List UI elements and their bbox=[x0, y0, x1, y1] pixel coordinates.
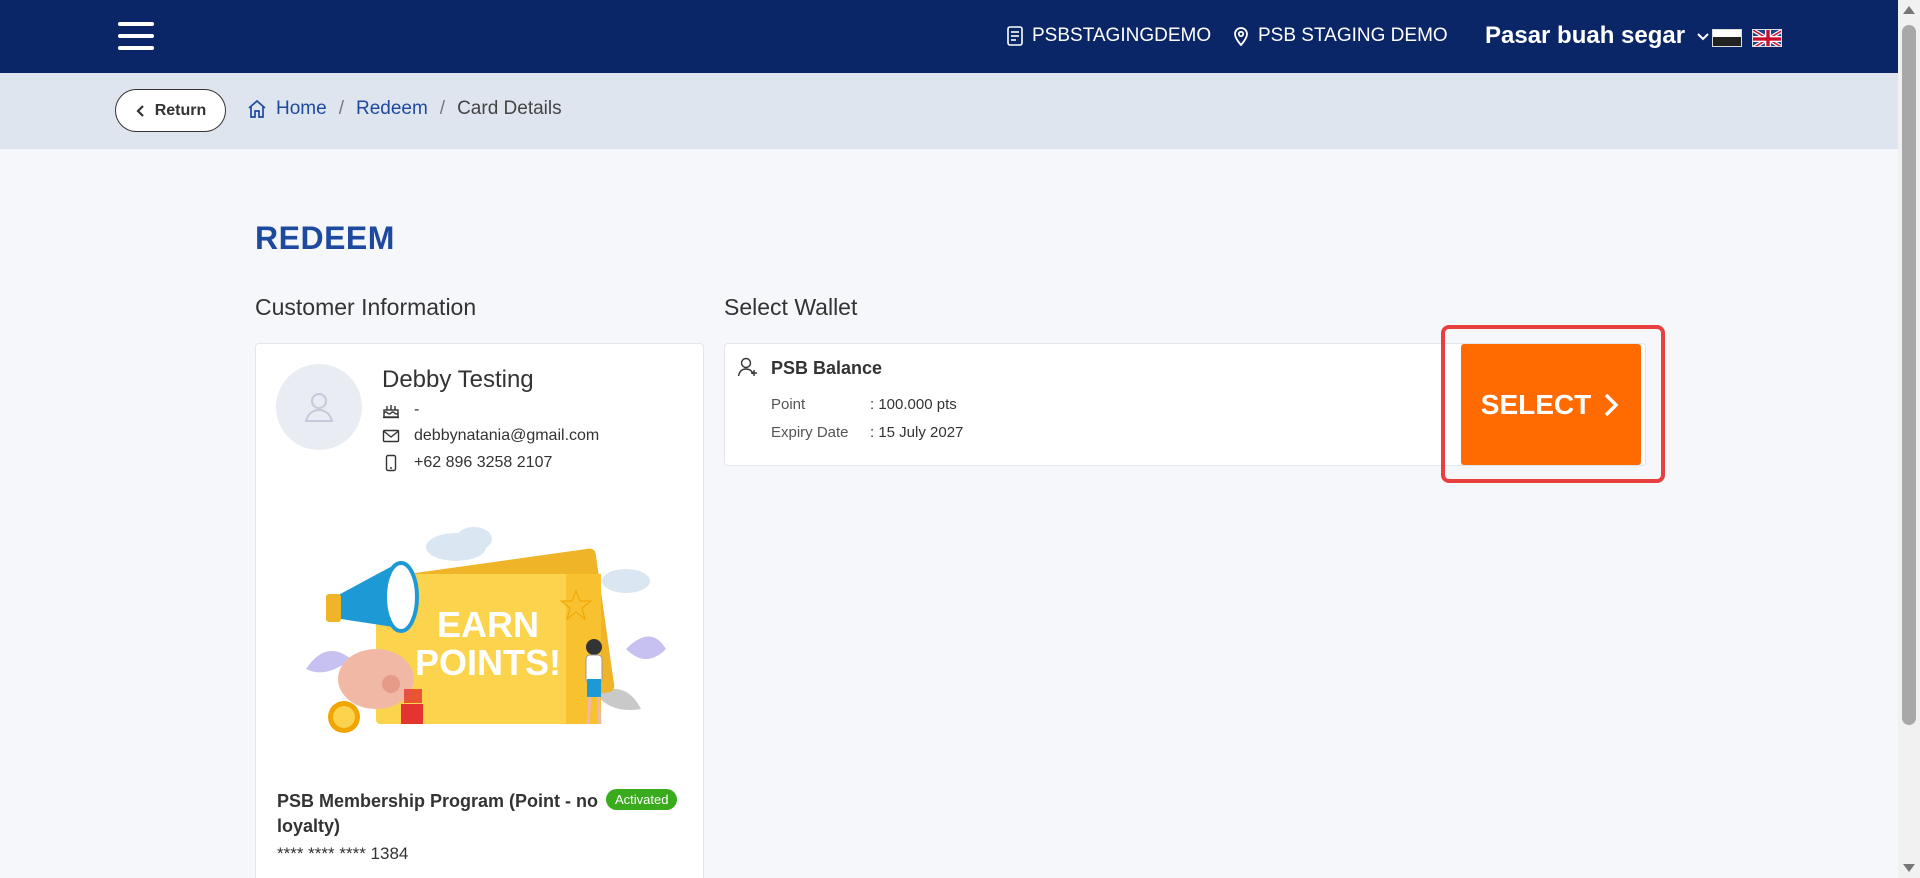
location-name: PSB STAGING DEMO bbox=[1258, 25, 1448, 46]
expiry-label: Expiry Date bbox=[771, 424, 849, 441]
vertical-scrollbar[interactable] bbox=[1898, 0, 1920, 878]
customer-birthday: - bbox=[382, 401, 419, 419]
breadcrumb-separator: / bbox=[338, 98, 344, 119]
avatar bbox=[276, 364, 362, 450]
flag-uk-icon[interactable] bbox=[1752, 29, 1782, 47]
user-plus-icon bbox=[737, 357, 757, 377]
chevron-right-icon bbox=[1604, 393, 1619, 416]
program-name: PSB Membership Program (Point - no loyal… bbox=[277, 791, 599, 836]
top-navbar: PSBSTAGINGDEMO PSB STAGING DEMO Pasar bu… bbox=[0, 0, 1920, 73]
earn-points-illustration: EARN POINTS! bbox=[306, 527, 666, 733]
scroll-thumb[interactable] bbox=[1902, 25, 1916, 725]
store-selector[interactable]: PSBSTAGINGDEMO bbox=[1006, 25, 1211, 47]
flag-id-icon[interactable] bbox=[1712, 29, 1742, 47]
receipt-icon bbox=[1007, 26, 1023, 46]
chevron-down-icon bbox=[1697, 33, 1709, 41]
card-number: **** **** **** 1384 bbox=[277, 844, 409, 863]
user-icon bbox=[304, 393, 334, 422]
chevron-left-icon bbox=[136, 104, 144, 117]
breadcrumb-redeem[interactable]: Redeem bbox=[356, 98, 428, 120]
breadcrumb-separator: / bbox=[439, 98, 446, 119]
user-name: Pasar buah segar bbox=[1485, 22, 1686, 49]
wallet-section-title: Select Wallet bbox=[724, 294, 858, 320]
return-button[interactable]: Return bbox=[115, 89, 226, 132]
return-label: Return bbox=[154, 101, 207, 119]
breadcrumb-bar: Return Home / Redeem / Card Details bbox=[0, 73, 1898, 149]
menu-icon[interactable] bbox=[118, 20, 156, 52]
customer-card: Debby Testing - debbynatania@gmail.com +… bbox=[255, 343, 704, 878]
point-label: Point bbox=[771, 396, 806, 413]
breadcrumb-current: Card Details bbox=[457, 98, 562, 119]
customer-section-title: Customer Information bbox=[255, 294, 477, 320]
select-wallet-button[interactable]: SELECT bbox=[1461, 344, 1641, 465]
status-badge: Activated bbox=[606, 789, 678, 810]
select-label: SELECT bbox=[1480, 388, 1592, 420]
expiry-value: : 15 July 2027 bbox=[870, 424, 964, 441]
location-pin-icon bbox=[1234, 27, 1248, 46]
mail-icon bbox=[382, 429, 400, 443]
scroll-down-arrow-icon[interactable] bbox=[1903, 864, 1915, 872]
breadcrumb-home[interactable]: Home bbox=[276, 98, 327, 120]
earn-text-line1: EARN bbox=[437, 604, 539, 645]
home-icon[interactable] bbox=[246, 98, 268, 120]
scroll-up-arrow-icon[interactable] bbox=[1903, 6, 1915, 14]
cake-icon bbox=[383, 405, 399, 419]
page-title: REDEEM bbox=[255, 220, 395, 256]
breadcrumb: Home / Redeem / Card Details bbox=[246, 98, 562, 120]
earn-text-line2: POINTS! bbox=[415, 642, 561, 683]
location-selector[interactable]: PSB STAGING DEMO bbox=[1232, 25, 1448, 47]
point-value: : 100.000 pts bbox=[870, 396, 957, 413]
phone-icon bbox=[385, 454, 397, 472]
store-code: PSBSTAGINGDEMO bbox=[1032, 25, 1212, 46]
customer-phone: +62 896 3258 2107 bbox=[382, 454, 552, 472]
customer-email: debbynatania@gmail.com bbox=[382, 427, 599, 445]
wallet-name: PSB Balance bbox=[771, 358, 883, 378]
user-menu[interactable]: Pasar buah segar bbox=[1485, 22, 1711, 50]
customer-name: Debby Testing bbox=[382, 366, 534, 393]
